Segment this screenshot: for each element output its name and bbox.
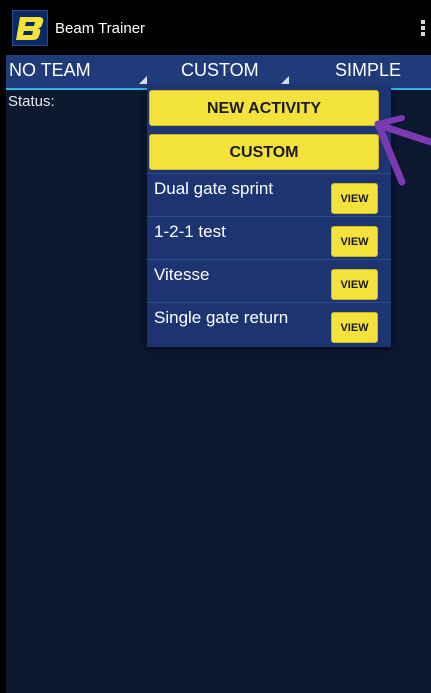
custom-button[interactable]: CUSTOM [149, 134, 379, 170]
view-spinner-label: SIMPLE [335, 60, 402, 80]
team-spinner-label: NO TEAM [9, 60, 91, 80]
list-item[interactable]: Vitesse VIEW [147, 259, 391, 303]
view-button[interactable]: VIEW [331, 226, 378, 257]
list-item[interactable]: 1-2-1 test VIEW [147, 216, 391, 260]
mode-spinner-label: CUSTOM [181, 60, 259, 80]
view-button[interactable]: VIEW [331, 269, 378, 300]
activity-label: 1-2-1 test [154, 222, 226, 241]
overflow-menu-icon[interactable] [421, 20, 425, 38]
dropdown-corner-icon [139, 76, 147, 84]
spinner-bar: NO TEAM CUSTOM SIMPLE [6, 55, 431, 90]
app-screen: Beam Trainer NO TEAM CUSTOM SIMPLE Statu… [6, 0, 431, 693]
status-label: Status: [8, 93, 55, 110]
list-item[interactable]: Dual gate sprint VIEW [147, 173, 391, 217]
action-bar: Beam Trainer [6, 0, 431, 55]
dropdown-corner-icon [281, 76, 289, 84]
activity-label: Dual gate sprint [154, 179, 274, 198]
view-button[interactable]: VIEW [331, 312, 378, 343]
annotation-arrow-icon [374, 115, 431, 186]
new-activity-button[interactable]: NEW ACTIVITY [149, 90, 379, 126]
mode-dropdown-menu: NEW ACTIVITY CUSTOM Dual gate sprint VIE… [147, 87, 391, 347]
team-spinner[interactable]: NO TEAM [9, 55, 149, 88]
mode-spinner[interactable]: CUSTOM [181, 55, 291, 88]
list-item[interactable]: Single gate return VIEW [147, 302, 391, 346]
activity-label: Single gate return [154, 308, 289, 327]
view-spinner[interactable]: SIMPLE [335, 55, 431, 88]
app-title: Beam Trainer [55, 20, 146, 37]
activity-label: Vitesse [154, 265, 210, 284]
view-button[interactable]: VIEW [331, 183, 378, 214]
app-logo-icon [12, 10, 48, 46]
